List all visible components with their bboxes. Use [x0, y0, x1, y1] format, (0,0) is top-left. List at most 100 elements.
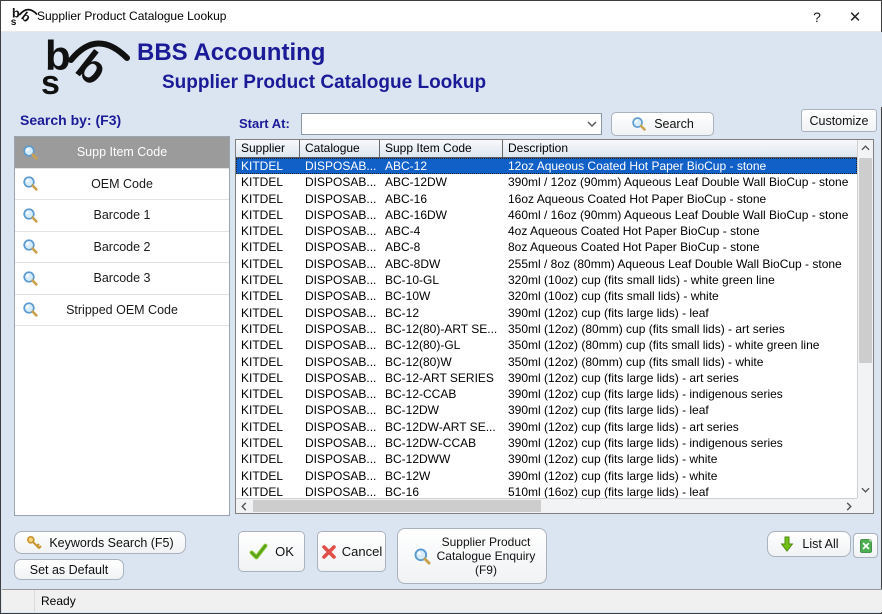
cell-supplier: KITDEL [236, 158, 300, 174]
close-button[interactable]: ✕ [835, 1, 875, 32]
column-header-catalogue[interactable]: Catalogue [300, 140, 380, 157]
cell-supplier: KITDEL [236, 451, 300, 467]
magnifier-icon [22, 175, 39, 192]
column-header-description[interactable]: Description [503, 140, 857, 157]
cell-supp-item-code: BC-16 [380, 484, 503, 498]
table-row[interactable]: KITDELDISPOSAB...ABC-44oz Aqueous Coated… [236, 223, 857, 239]
table-row[interactable]: KITDELDISPOSAB...BC-12390ml (12oz) cup (… [236, 305, 857, 321]
search-by-item[interactable]: OEM Code [15, 169, 229, 201]
supplier-product-catalogue-enquiry-button[interactable]: Supplier Product Catalogue Enquiry (F9) [397, 528, 547, 584]
table-row[interactable]: KITDELDISPOSAB...ABC-1212oz Aqueous Coat… [236, 158, 857, 174]
cell-catalogue: DISPOSAB... [300, 402, 380, 418]
table-row[interactable]: KITDELDISPOSAB...BC-10W320ml (10oz) cup … [236, 288, 857, 304]
scrollbar-corner [857, 498, 873, 513]
excel-icon [858, 538, 874, 554]
table-row[interactable]: KITDELDISPOSAB...BC-12DWW390ml (12oz) cu… [236, 451, 857, 467]
search-by-panel: Supp Item Code OEM Code Barcode 1Barcode 2… [14, 136, 230, 516]
cell-catalogue: DISPOSAB... [300, 468, 380, 484]
cancel-button[interactable]: Cancel [317, 531, 386, 572]
list-all-button[interactable]: List All [767, 531, 851, 557]
cell-supplier: KITDEL [236, 402, 300, 418]
table-row[interactable]: KITDELDISPOSAB...ABC-16DW460ml / 16oz (9… [236, 207, 857, 223]
keywords-search-button[interactable]: Keywords Search (F5) [14, 531, 186, 554]
start-at-label: Start At: [239, 116, 290, 131]
table-row[interactable]: KITDELDISPOSAB...ABC-88oz Aqueous Coated… [236, 239, 857, 255]
chevron-down-icon[interactable] [583, 121, 601, 127]
magnifier-icon [22, 144, 39, 161]
cell-catalogue: DISPOSAB... [300, 370, 380, 386]
search-by-item[interactable]: Barcode 1 [15, 200, 229, 232]
cell-description: 390ml (12oz) cup (fits large lids) - whi… [503, 451, 857, 467]
vertical-scroll-thumb[interactable] [859, 158, 872, 363]
cell-supp-item-code: BC-10W [380, 288, 503, 304]
horizontal-scrollbar[interactable] [236, 498, 857, 513]
scroll-up-icon[interactable] [858, 140, 873, 156]
status-bar-cell [2, 590, 35, 612]
cell-supp-item-code: BC-12-CCAB [380, 386, 503, 402]
cell-description: 390ml (12oz) cup (fits large lids) - lea… [503, 305, 857, 321]
title-bar: b s b Supplier Product Catalogue Lookup … [1, 1, 881, 32]
search-button[interactable]: Search [611, 112, 714, 136]
green-down-arrow-icon [779, 536, 795, 552]
app-title: BBS Accounting [137, 39, 325, 67]
export-to-excel-button[interactable] [853, 533, 878, 558]
column-header-supp-item-code[interactable]: Supp Item Code [380, 140, 503, 157]
cell-supp-item-code: BC-12DW-ART SE... [380, 419, 503, 435]
cell-catalogue: DISPOSAB... [300, 223, 380, 239]
cell-description: 8oz Aqueous Coated Hot Paper BioCup - st… [503, 239, 857, 255]
table-row[interactable]: KITDELDISPOSAB...BC-12(80)-ART SE...350m… [236, 321, 857, 337]
cell-description: 350ml (12oz) (80mm) cup (fits small lids… [503, 337, 857, 353]
table-row[interactable]: KITDELDISPOSAB...BC-12(80)W350ml (12oz) … [236, 354, 857, 370]
search-by-item[interactable]: Barcode 3 [15, 263, 229, 295]
column-header-supplier[interactable]: Supplier [236, 140, 300, 157]
vertical-scrollbar[interactable] [857, 140, 873, 498]
table-row[interactable]: KITDELDISPOSAB...ABC-12DW390ml / 12oz (9… [236, 174, 857, 190]
cell-catalogue: DISPOSAB... [300, 239, 380, 255]
table-rows: KITDELDISPOSAB...ABC-1212oz Aqueous Coat… [236, 158, 857, 498]
cell-supp-item-code: BC-12W [380, 468, 503, 484]
table-row[interactable]: KITDELDISPOSAB...BC-12W390ml (12oz) cup … [236, 468, 857, 484]
cell-supp-item-code: BC-10-GL [380, 272, 503, 288]
cell-supp-item-code: ABC-12DW [380, 174, 503, 190]
help-button[interactable]: ? [797, 1, 837, 32]
cell-supp-item-code: BC-12(80)-GL [380, 337, 503, 353]
scroll-down-icon[interactable] [858, 482, 873, 498]
results-table: Supplier Catalogue Supp Item Code Descri… [235, 139, 874, 514]
table-row[interactable]: KITDELDISPOSAB...BC-16510ml (16oz) cup (… [236, 484, 857, 498]
set-as-default-button[interactable]: Set as Default [14, 559, 124, 580]
status-text: Ready [41, 594, 76, 608]
scroll-left-icon[interactable] [236, 499, 252, 513]
ok-button[interactable]: OK [238, 531, 305, 572]
cell-supplier: KITDEL [236, 386, 300, 402]
search-by-item-label: Supp Item Code [15, 145, 229, 159]
cell-supplier: KITDEL [236, 484, 300, 498]
table-row[interactable]: KITDELDISPOSAB...BC-12DW-CCAB390ml (12oz… [236, 435, 857, 451]
customize-button[interactable]: Customize [801, 109, 877, 132]
table-row[interactable]: KITDELDISPOSAB...BC-10-GL320ml (10oz) cu… [236, 272, 857, 288]
table-row[interactable]: KITDELDISPOSAB...BC-12DW-ART SE...390ml … [236, 419, 857, 435]
cell-catalogue: DISPOSAB... [300, 321, 380, 337]
search-by-item[interactable]: Barcode 2 [15, 232, 229, 264]
table-row[interactable]: KITDELDISPOSAB...ABC-1616oz Aqueous Coat… [236, 191, 857, 207]
cell-description: 350ml (12oz) (80mm) cup (fits small lids… [503, 354, 857, 370]
status-bar: Ready [2, 589, 882, 612]
magnifier-icon [22, 207, 39, 224]
scroll-right-icon[interactable] [841, 499, 857, 513]
cell-catalogue: DISPOSAB... [300, 337, 380, 353]
table-row[interactable]: KITDELDISPOSAB...BC-12(80)-GL350ml (12oz… [236, 337, 857, 353]
dialog-content: Search by: (F3) Supp Item CodeOEM CodeBa… [2, 107, 882, 591]
cell-supplier: KITDEL [236, 191, 300, 207]
table-row[interactable]: KITDELDISPOSAB...BC-12DW390ml (12oz) cup… [236, 402, 857, 418]
cell-description: 390ml (12oz) cup (fits large lids) - art… [503, 419, 857, 435]
table-row[interactable]: KITDELDISPOSAB...BC-12-CCAB390ml (12oz) … [236, 386, 857, 402]
page-title: Supplier Product Catalogue Lookup [162, 72, 486, 94]
cell-supplier: KITDEL [236, 288, 300, 304]
search-by-item[interactable]: Supp Item Code [15, 137, 229, 169]
horizontal-scroll-thumb[interactable] [253, 500, 541, 512]
table-row[interactable]: KITDELDISPOSAB...ABC-8DW255ml / 8oz (80m… [236, 256, 857, 272]
start-at-input[interactable] [302, 115, 583, 133]
search-by-item[interactable]: Stripped OEM Code [15, 295, 229, 327]
start-at-combobox[interactable] [301, 113, 602, 135]
table-row[interactable]: KITDELDISPOSAB...BC-12-ART SERIES390ml (… [236, 370, 857, 386]
search-by-item-label: OEM Code [15, 177, 229, 191]
